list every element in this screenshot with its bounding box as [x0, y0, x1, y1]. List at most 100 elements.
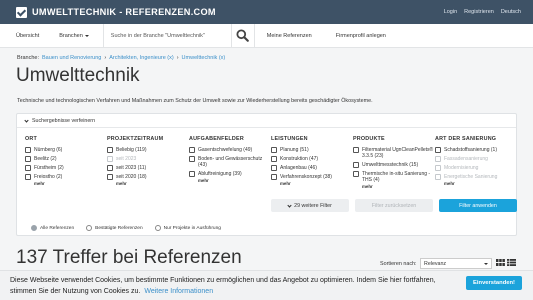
- more-link[interactable]: mehr: [198, 178, 271, 183]
- more-link[interactable]: mehr: [362, 184, 435, 189]
- cookie-more-info-link[interactable]: Weitere Informationen: [144, 288, 213, 295]
- sort-select[interactable]: Relevanz: [420, 258, 492, 269]
- checkbox[interactable]: [25, 147, 31, 153]
- checkbox[interactable]: [353, 147, 359, 153]
- radio-icon: [86, 225, 93, 231]
- checkbox[interactable]: [107, 147, 113, 153]
- checkbox[interactable]: [353, 171, 359, 177]
- option-label: Thermische in-situ Sanierung - THS (4): [362, 171, 431, 183]
- checkbox[interactable]: [435, 147, 441, 153]
- option-label: Gasentschwefelung (49): [198, 147, 253, 153]
- checkbox[interactable]: [25, 165, 31, 171]
- filter-option[interactable]: Verfahrenskonzept (38): [271, 174, 353, 180]
- filter-header-label: Suchergebnisse verfeinern: [32, 117, 96, 124]
- radio-confirmed-references[interactable]: Bestätigte Referenzen: [86, 225, 143, 231]
- more-filters-label: 29 weitere Filter: [294, 202, 332, 209]
- search-button[interactable]: [230, 23, 255, 48]
- checkbox: [435, 165, 441, 171]
- sort-value: Relevanz: [424, 260, 447, 267]
- filter-columns: ORT Nürnberg (6) Beelitz (2) Fürstheim (…: [25, 136, 517, 189]
- grid-view-icon[interactable]: [496, 259, 505, 266]
- reset-filters-button[interactable]: Filter zurücksetzen: [355, 199, 433, 212]
- checkbox[interactable]: [189, 147, 195, 153]
- filter-option[interactable]: Nürnberg (6): [25, 147, 107, 153]
- radio-projects-in-progress[interactable]: Nur Projekte in Ausführung: [154, 225, 221, 231]
- checkbox[interactable]: [353, 162, 359, 168]
- option-label: Boden- und Gewässerschutz (43): [198, 156, 263, 168]
- filter-option[interactable]: Beelitz (2): [25, 156, 107, 162]
- filter-option: Energetische Sanierung: [435, 174, 517, 180]
- apply-filters-button[interactable]: Filter anwenden: [439, 199, 517, 212]
- filter-option[interactable]: Schadstoffsanierung (1): [435, 147, 517, 153]
- checkbox[interactable]: [107, 165, 113, 171]
- nav-my-references[interactable]: Meine Referenzen: [255, 33, 324, 39]
- filter-option[interactable]: Planung (51): [271, 147, 353, 153]
- option-label: Verfahrenskonzept (38): [280, 174, 332, 180]
- radio-label: Nur Projekte in Ausführung: [163, 225, 221, 231]
- breadcrumb-item-architekten[interactable]: Architekten, Ingenieure (x): [109, 55, 174, 61]
- filter-option[interactable]: Gasentschwefelung (49): [189, 147, 271, 153]
- checkbox[interactable]: [271, 165, 277, 171]
- radio-label: Alle Referenzen: [40, 225, 75, 231]
- checkbox[interactable]: [271, 156, 277, 162]
- page-intro: Technische und technologischen Verfahren…: [17, 98, 373, 104]
- filter-option[interactable]: seit 2023 (11): [107, 165, 189, 171]
- checkbox[interactable]: [189, 156, 195, 162]
- cookie-text-block: Diese Webseite verwendet Cookies, um bes…: [10, 275, 460, 297]
- page-title: Umwelttechnik: [16, 65, 140, 86]
- option-label: Planung (51): [280, 147, 309, 153]
- more-link[interactable]: mehr: [444, 181, 517, 186]
- checkbox[interactable]: [107, 174, 113, 180]
- filter-option[interactable]: Thermische in-situ Sanierung - THS (4): [353, 171, 435, 183]
- option-label: Freiostho (2): [34, 174, 63, 180]
- site-logo[interactable]: UMWELTTECHNIK - REFERENZEN.COM: [16, 6, 216, 18]
- option-label: Filtermaterial UgnCleanPellets® 3.3.5 (2…: [362, 147, 434, 159]
- checkbox[interactable]: [25, 156, 31, 162]
- cookie-accept-button[interactable]: Einverstanden!: [466, 276, 522, 290]
- option-label: Abluftreinigung (39): [198, 171, 242, 177]
- checkbox[interactable]: [271, 174, 277, 180]
- sort-label: Sortieren nach:: [380, 261, 417, 267]
- filter-option[interactable]: Konstruktion (47): [271, 156, 353, 162]
- checkbox[interactable]: [271, 147, 277, 153]
- radio-all-references[interactable]: Alle Referenzen: [31, 225, 74, 231]
- breadcrumb-item-bauen[interactable]: Bauen und Renovierung: [42, 55, 101, 61]
- more-filters-button[interactable]: 29 weitere Filter: [271, 199, 349, 212]
- login-link[interactable]: Login: [444, 9, 457, 15]
- checkbox[interactable]: [189, 171, 195, 177]
- option-label: Schadstoffsanierung (1): [444, 147, 497, 153]
- nav-branches-label: Branchen: [59, 32, 83, 39]
- results-title: 137 Treffer bei Referenzen: [16, 247, 242, 268]
- register-link[interactable]: Registrieren: [464, 9, 494, 15]
- filter-column-produkte: PRODUKTE Filtermaterial UgnCleanPellets®…: [353, 136, 435, 189]
- language-link[interactable]: Deutsch: [501, 9, 521, 15]
- filter-option[interactable]: Beliebig (119): [107, 147, 189, 153]
- filter-option: Modernisierung: [435, 165, 517, 171]
- filter-option[interactable]: Abluftreinigung (39): [189, 171, 271, 177]
- cookie-message: Diese Webseite verwendet Cookies, um bes…: [10, 277, 436, 295]
- option-label: Energetische Sanierung: [444, 174, 498, 180]
- filter-column-title: ART DER SANIERUNG: [435, 136, 497, 142]
- filter-option[interactable]: Boden- und Gewässerschutz (43): [189, 156, 271, 168]
- nav-branches-dropdown[interactable]: Branchen: [49, 33, 99, 39]
- nav-overview[interactable]: Übersicht: [0, 33, 49, 39]
- more-link[interactable]: mehr: [34, 181, 107, 186]
- filter-option[interactable]: Fürstheim (2): [25, 165, 107, 171]
- nav-create-profile[interactable]: Firmenprofil anlegen: [324, 33, 398, 39]
- filter-option[interactable]: seit 2020 (18): [107, 174, 189, 180]
- more-link[interactable]: mehr: [116, 181, 189, 186]
- filter-option[interactable]: Freiostho (2): [25, 174, 107, 180]
- filter-option[interactable]: Anlagenbau (46): [271, 165, 353, 171]
- checkbox[interactable]: [25, 174, 31, 180]
- breadcrumb-item-umwelttechnik[interactable]: Umwelttechnik (x): [182, 55, 226, 61]
- search-input[interactable]: Suche in der Branche "Umwelttechnik": [102, 23, 231, 48]
- option-label: Anlagenbau (46): [280, 165, 317, 171]
- filter-column-aufgabenfelder: AUFGABENFELDER Gasentschwefelung (49) Bo…: [189, 136, 271, 189]
- filter-option[interactable]: Filtermaterial UgnCleanPellets® 3.3.5 (2…: [353, 147, 435, 159]
- more-link[interactable]: mehr: [280, 181, 353, 186]
- filter-toggle[interactable]: Suchergebnisse verfeinern: [17, 114, 516, 128]
- cookie-banner: Diese Webseite verwendet Cookies, um bes…: [0, 270, 533, 300]
- filter-column-title: PRODUKTE: [353, 136, 385, 142]
- list-view-icon[interactable]: [507, 259, 516, 266]
- filter-option[interactable]: Umwelttmesstechnik (15): [353, 162, 435, 168]
